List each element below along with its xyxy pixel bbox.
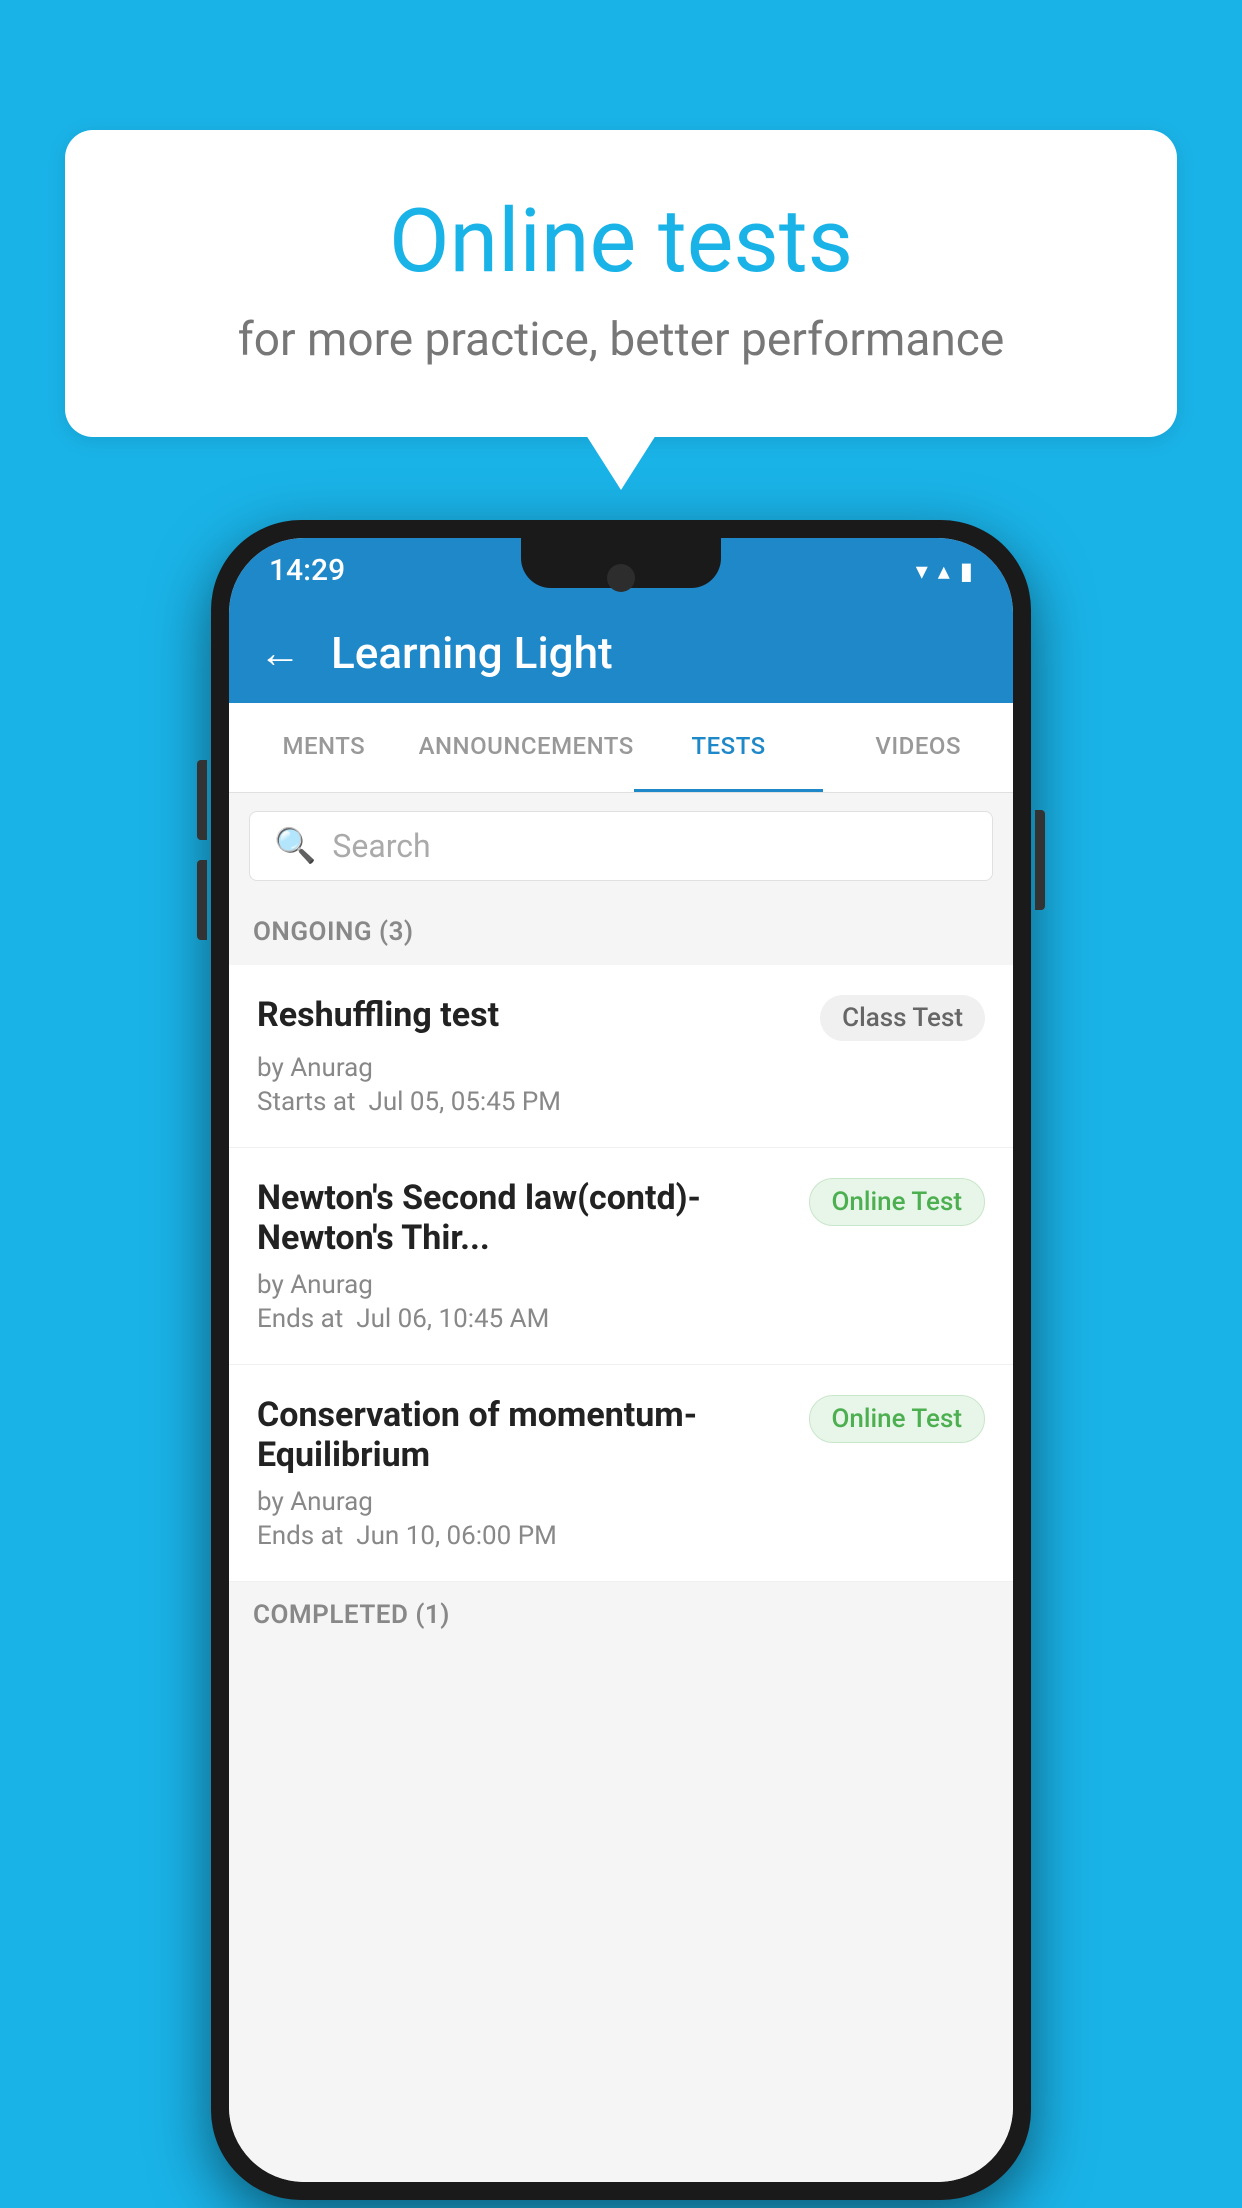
status-time: 14:29 (269, 553, 345, 588)
test-badge: Online Test (809, 1395, 986, 1443)
content-area: ONGOING (3) Reshuffling test Class Test … (229, 899, 1013, 2182)
completed-section-header: COMPLETED (1) (229, 1582, 1013, 1648)
test-time: Ends at Jul 06, 10:45 AM (257, 1304, 985, 1334)
search-input[interactable]: Search (332, 827, 430, 865)
speech-bubble: Online tests for more practice, better p… (65, 130, 1177, 437)
test-card[interactable]: Reshuffling test Class Test by Anurag St… (229, 965, 1013, 1148)
test-card[interactable]: Conservation of momentum-Equilibrium Onl… (229, 1365, 1013, 1582)
test-name: Conservation of momentum-Equilibrium (257, 1395, 793, 1475)
ongoing-section-header: ONGOING (3) (229, 899, 1013, 965)
tab-ments[interactable]: MENTS (229, 703, 419, 792)
search-icon: 🔍 (274, 826, 316, 866)
test-card-row: Newton's Second law(contd)-Newton's Thir… (257, 1178, 985, 1258)
bubble-title: Online tests (145, 190, 1097, 293)
test-badge: Class Test (820, 995, 985, 1041)
tab-videos[interactable]: VIDEOS (823, 703, 1013, 792)
test-card[interactable]: Newton's Second law(contd)-Newton's Thir… (229, 1148, 1013, 1365)
test-card-row: Reshuffling test Class Test (257, 995, 985, 1041)
phone-camera (607, 564, 635, 592)
test-card-row: Conservation of momentum-Equilibrium Onl… (257, 1395, 985, 1475)
search-container: 🔍 Search (229, 793, 1013, 899)
bubble-subtitle: for more practice, better performance (145, 313, 1097, 367)
test-by: by Anurag (257, 1487, 985, 1517)
battery-icon: ▮ (960, 557, 973, 585)
phone-btn-vol-up (197, 760, 207, 840)
tab-announcements[interactable]: ANNOUNCEMENTS (419, 703, 634, 792)
test-badge: Online Test (809, 1178, 986, 1226)
speech-bubble-arrow (586, 435, 656, 490)
phone-outer: 14:29 ▾ ▴ ▮ ← Learning Light MENTS ANNOU… (211, 520, 1031, 2200)
test-by: by Anurag (257, 1053, 985, 1083)
search-bar[interactable]: 🔍 Search (249, 811, 993, 881)
status-icons: ▾ ▴ ▮ (916, 557, 973, 585)
signal-icon: ▴ (938, 557, 950, 585)
back-button[interactable]: ← (259, 629, 301, 678)
test-by: by Anurag (257, 1270, 985, 1300)
phone-screen: 14:29 ▾ ▴ ▮ ← Learning Light MENTS ANNOU… (229, 538, 1013, 2182)
phone-container: 14:29 ▾ ▴ ▮ ← Learning Light MENTS ANNOU… (211, 520, 1031, 2200)
test-name: Reshuffling test (257, 995, 804, 1035)
app-header: ← Learning Light (229, 603, 1013, 703)
phone-notch (521, 538, 721, 588)
test-time: Ends at Jun 10, 06:00 PM (257, 1521, 985, 1551)
phone-btn-vol-down (197, 860, 207, 940)
test-name: Newton's Second law(contd)-Newton's Thir… (257, 1178, 793, 1258)
test-time: Starts at Jul 05, 05:45 PM (257, 1087, 985, 1117)
speech-bubble-container: Online tests for more practice, better p… (65, 130, 1177, 490)
tab-tests[interactable]: TESTS (634, 703, 824, 792)
wifi-icon: ▾ (916, 557, 928, 585)
app-title: Learning Light (331, 627, 613, 679)
tab-bar: MENTS ANNOUNCEMENTS TESTS VIDEOS (229, 703, 1013, 793)
phone-btn-power (1035, 810, 1045, 910)
